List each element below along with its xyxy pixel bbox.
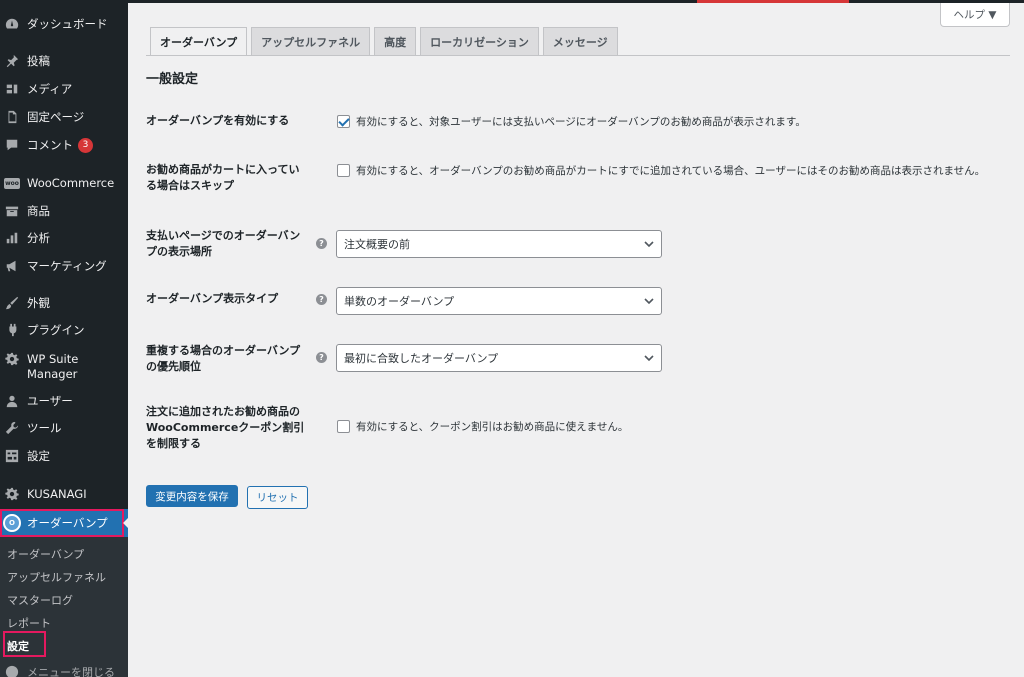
sidebar-item-label: 投稿 — [27, 54, 50, 68]
collapse-menu-label: メニューを閉じる — [27, 666, 115, 677]
sidebar-item-label: オーダーバンプ — [27, 516, 108, 530]
archive-icon — [5, 204, 19, 218]
sidebar-item-kusanagi[interactable]: KUSANAGI — [0, 480, 128, 508]
sidebar-item-label: 設定 — [27, 449, 50, 463]
brush-icon — [5, 296, 19, 310]
sidebar-item-label: ユーザー — [27, 394, 73, 408]
sidebar-item-label: 分析 — [27, 231, 50, 245]
user-icon — [5, 394, 19, 408]
settings-icon — [5, 449, 19, 463]
submenu-item-upsell-funnel[interactable]: アップセルファネル — [7, 569, 106, 585]
gear-icon — [5, 352, 19, 366]
admin-top-strip — [128, 0, 1024, 3]
sidebar-item-label: WP Suite Manager — [27, 352, 79, 381]
sidebar-item-tools[interactable]: ツール — [0, 414, 128, 442]
chart-bar-icon — [5, 231, 19, 245]
display-type-value: 単数のオーダーバンプ — [344, 295, 455, 308]
sidebar-item-label: ダッシュボード — [27, 17, 108, 31]
page-icon — [5, 110, 19, 124]
chevron-down-icon — [644, 355, 654, 362]
sidebar-item-settings[interactable]: 設定 — [0, 442, 128, 470]
sidebar-item-posts[interactable]: 投稿 — [0, 47, 128, 75]
reset-button[interactable]: リセット — [247, 486, 308, 509]
skip-in-cart-description: 有効にすると、オーダーバンプのお勧め商品がカートにすでに追加されている場合、ユー… — [356, 165, 986, 177]
sidebar-item-label: メディア — [27, 82, 73, 96]
settings-tabs: オーダーバンプ アップセルファネル 高度 ローカリゼーション メッセージ — [150, 27, 618, 56]
collapse-menu-button[interactable]: メニューを閉じる — [0, 662, 128, 677]
pin-icon — [5, 54, 19, 68]
submenu-item-report[interactable]: レポート — [7, 615, 51, 631]
setting-label-display-type: オーダーバンプ表示タイプ — [146, 292, 279, 305]
enable-order-bump-description: 有効にすると、対象ユーザーには支払いページにオーダーバンプのお勧め商品が表示され… — [356, 116, 806, 128]
priority-select[interactable]: 最初に合致したオーダーバンプ — [336, 344, 662, 372]
order-bump-icon: O — [3, 514, 21, 532]
submenu-item-master-log[interactable]: マスターログ — [7, 592, 73, 608]
sidebar-item-pages[interactable]: 固定ページ — [0, 103, 128, 131]
sidebar-item-media[interactable]: メディア — [0, 75, 128, 103]
sidebar-item-analytics[interactable]: 分析 — [0, 224, 128, 252]
submenu-item-order-bump[interactable]: オーダーバンプ — [7, 546, 84, 562]
sidebar-item-appearance[interactable]: 外観 — [0, 289, 128, 317]
tab-localization[interactable]: ローカリゼーション — [420, 27, 539, 55]
help-tooltip-icon[interactable]: ? — [316, 294, 327, 305]
enable-order-bump-checkbox[interactable] — [337, 115, 350, 128]
tab-messages[interactable]: メッセージ — [542, 27, 618, 55]
restrict-coupon-description: 有効にすると、クーポン割引はお勧め商品に使えません。 — [356, 421, 629, 433]
sidebar-item-products[interactable]: 商品 — [0, 197, 128, 225]
setting-label-priority: 重複する場合のオーダーバンプの優先順位 — [146, 344, 301, 373]
section-title: 一般設定 — [146, 72, 199, 87]
sidebar-item-label: 外観 — [27, 296, 50, 310]
display-location-value: 注文概要の前 — [344, 238, 410, 251]
setting-label-enable-order-bump: オーダーバンプを有効にする — [146, 114, 290, 127]
display-location-select[interactable]: 注文概要の前 — [336, 230, 662, 258]
dashboard-icon — [5, 17, 19, 31]
sidebar-item-plugins[interactable]: プラグイン — [0, 316, 128, 344]
sidebar-item-woocommerce[interactable]: woo WooCommerce — [0, 169, 128, 197]
megaphone-icon — [5, 259, 19, 273]
sidebar-item-comments[interactable]: コメント 3 — [0, 131, 128, 159]
sidebar-item-label: 商品 — [27, 204, 50, 218]
comment-icon — [5, 138, 19, 152]
restrict-coupon-checkbox[interactable] — [337, 420, 350, 433]
wrench-icon — [5, 421, 19, 435]
help-button[interactable]: ヘルプ ▼ — [940, 3, 1010, 27]
gear-icon — [5, 487, 19, 501]
chevron-down-icon — [644, 298, 654, 305]
media-icon — [5, 82, 19, 96]
tab-upsell-funnel[interactable]: アップセルファネル — [251, 27, 371, 55]
admin-sidebar: ダッシュボード 投稿 メディア 固定ページ コメント 3 woo WooComm… — [0, 0, 128, 677]
sidebar-item-label: プラグイン — [27, 323, 85, 337]
comment-count-badge: 3 — [78, 137, 93, 153]
chevron-down-icon — [644, 241, 654, 248]
sidebar-item-wp-suite-manager[interactable]: WP Suite Manager — [0, 349, 128, 385]
highlight-outline — [3, 631, 46, 657]
save-changes-button[interactable]: 変更内容を保存 — [146, 485, 238, 507]
plugin-icon — [5, 323, 19, 337]
priority-value: 最初に合致したオーダーバンプ — [344, 352, 499, 365]
setting-label-skip-in-cart: お勧め商品がカートに入っている場合はスキップ — [146, 163, 300, 192]
tab-order-bump[interactable]: オーダーバンプ — [150, 27, 248, 56]
sidebar-item-label: マーケティング — [27, 259, 107, 273]
setting-label-display-location: 支払いページでのオーダーバンプの表示場所 — [146, 229, 301, 258]
help-tooltip-icon[interactable]: ? — [316, 352, 327, 363]
sidebar-item-marketing[interactable]: マーケティング — [0, 252, 128, 280]
woocommerce-icon: woo — [4, 177, 20, 189]
current-menu-arrow — [123, 516, 130, 530]
sidebar-item-label: ツール — [27, 421, 62, 435]
tabs-divider — [146, 55, 1010, 56]
skip-in-cart-checkbox[interactable] — [337, 164, 350, 177]
sidebar-item-dashboard[interactable]: ダッシュボード — [0, 10, 128, 38]
sidebar-item-users[interactable]: ユーザー — [0, 387, 128, 415]
sidebar-item-order-bump[interactable]: O オーダーバンプ — [0, 509, 128, 537]
sidebar-item-label: KUSANAGI — [27, 487, 87, 501]
help-tooltip-icon[interactable]: ? — [316, 238, 327, 249]
tab-advanced[interactable]: 高度 — [374, 27, 417, 55]
sidebar-item-label: 固定ページ — [27, 110, 85, 124]
setting-label-restrict-coupon: 注文に追加されたお勧め商品のWooCommerceクーポン割引を制限する — [146, 405, 305, 450]
sidebar-item-label: WooCommerce — [27, 176, 115, 190]
display-type-select[interactable]: 単数のオーダーバンプ — [336, 287, 662, 315]
admin-top-accent — [697, 0, 849, 3]
sidebar-item-label: コメント — [27, 138, 73, 152]
collapse-icon — [5, 665, 19, 677]
